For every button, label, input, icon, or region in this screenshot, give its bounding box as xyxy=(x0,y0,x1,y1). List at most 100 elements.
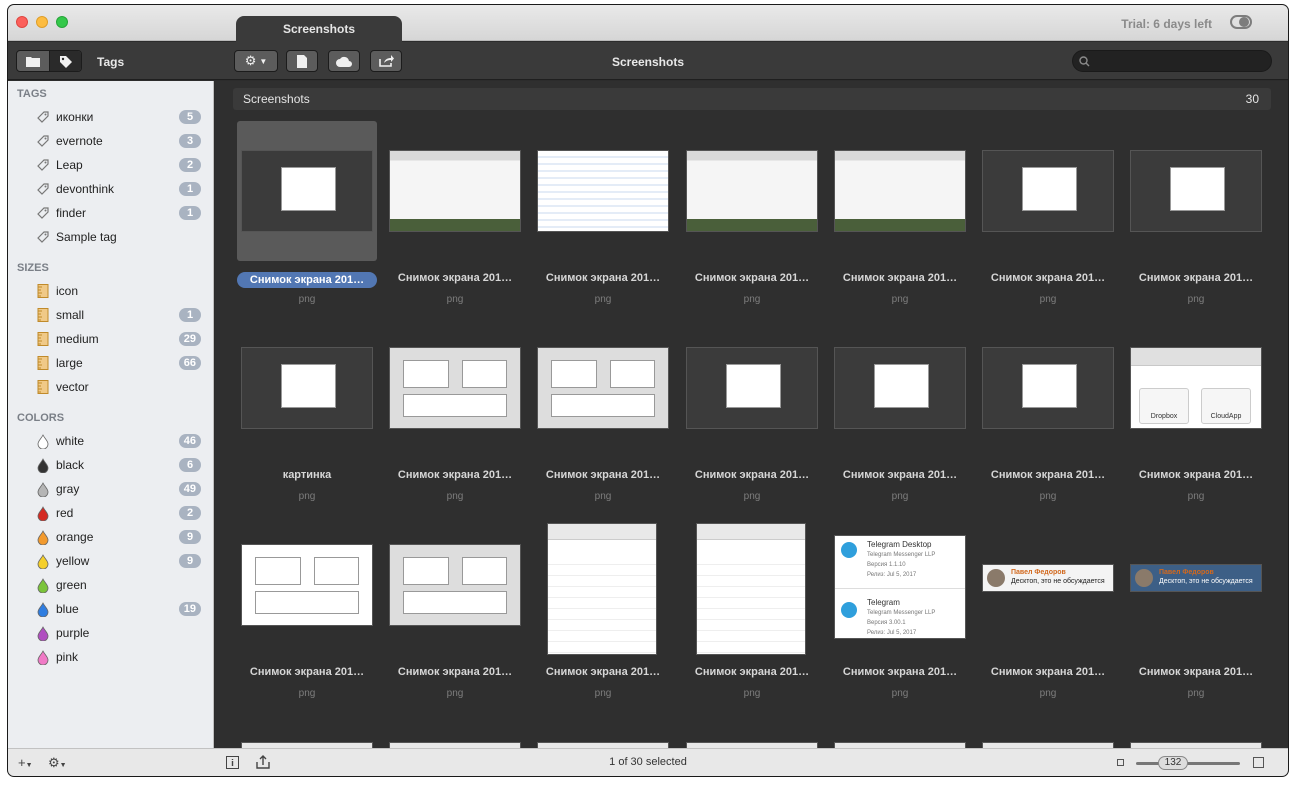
close-window-button[interactable] xyxy=(16,16,28,28)
thumbnail-item[interactable]: Dropbox CloudApp Снимок экрана 201… png xyxy=(1126,318,1266,515)
sidebar-item-label: red xyxy=(56,506,74,520)
sidebar-item-large[interactable]: large 66 xyxy=(8,351,213,375)
thumbnail-image xyxy=(834,150,966,232)
sidebar-item-purple[interactable]: purple xyxy=(8,621,213,645)
thumbnail-item[interactable]: Снимок экрана 201… png xyxy=(682,121,822,318)
count-badge: 49 xyxy=(178,482,201,496)
color-drop-icon xyxy=(36,553,50,569)
sidebar-item-yellow[interactable]: yellow 9 xyxy=(8,549,213,573)
ruler-icon xyxy=(36,332,50,346)
thumbnail-extension: png xyxy=(446,688,464,699)
thumbnail-item[interactable]: Telegram Desktop Telegram Messenger LLP Ве… xyxy=(830,515,970,712)
thumbnail-item[interactable]: Снимок экрана 201… png xyxy=(682,318,822,515)
sidebar-item-finder[interactable]: finder 1 xyxy=(8,201,213,225)
sidebar-item-medium[interactable]: medium 29 xyxy=(8,327,213,351)
zoom-window-button[interactable] xyxy=(56,16,68,28)
thumbnail-image: Павел Федоров Десктоп, это не обсуждается xyxy=(1130,564,1262,592)
tag-icon xyxy=(36,110,50,124)
thumbnail-caption: Снимок экрана 201… xyxy=(397,666,513,678)
thumbnail-item[interactable]: Снимок экрана 201… png xyxy=(682,515,822,712)
thumb-text: Десктоп, это не обсуждается xyxy=(1011,578,1105,585)
thumbnail-item[interactable]: Снимок экрана 201… png xyxy=(385,121,525,318)
thumbnail-item[interactable]: Снимок экрана 201… png xyxy=(385,318,525,515)
sidebar-item-red[interactable]: red 2 xyxy=(8,501,213,525)
thumbnail-item[interactable]: Павел Федоров Десктоп, это не обсуждается… xyxy=(1126,515,1266,712)
thumbnail-image: Telegram Desktop Telegram Messenger LLP Ве… xyxy=(834,535,966,639)
thumb-text: Dropbox xyxy=(1139,388,1189,424)
toggle-icon[interactable] xyxy=(1230,15,1252,29)
thumb-text: Telegram Messenger LLP xyxy=(867,552,936,558)
thumbnail-image: Павел Федоров Десктоп, это не обсуждается xyxy=(982,564,1114,592)
sidebar-item-black[interactable]: black 6 xyxy=(8,453,213,477)
avatar xyxy=(1135,569,1153,587)
thumbnail-extension: png xyxy=(1039,294,1057,305)
zoom-slider-thumb[interactable]: 132 xyxy=(1158,756,1188,770)
sidebar-item-gray[interactable]: gray 49 xyxy=(8,477,213,501)
thumbnail-image xyxy=(389,150,521,232)
sidebar-item-devonthink[interactable]: devonthink 1 xyxy=(8,177,213,201)
thumbnail-extension: png xyxy=(594,688,612,699)
sidebar-item-sample-tag[interactable]: Sample tag xyxy=(8,225,213,249)
thumbnail-item[interactable]: Снимок экрана 201… png xyxy=(237,121,377,318)
thumbnail-item[interactable]: Снимок экрана 201… png xyxy=(385,515,525,712)
sidebar-item-label: green xyxy=(56,578,87,592)
thumbnail-extension: png xyxy=(891,688,909,699)
sidebar-item-иконки[interactable]: иконки 5 xyxy=(8,105,213,129)
thumbnail-caption: Снимок экрана 201… xyxy=(249,666,365,678)
thumbnail-item[interactable]: Павел Федоров Десктоп, это не обсуждается… xyxy=(978,515,1118,712)
sidebar-item-label: small xyxy=(56,308,85,322)
thumbnail-item[interactable]: картинка png xyxy=(237,318,377,515)
count-badge: 1 xyxy=(179,308,201,322)
tag-icon xyxy=(36,206,50,220)
large-thumbnails-icon[interactable] xyxy=(1253,757,1264,768)
sidebar-item-label: orange xyxy=(56,530,94,544)
color-drop-icon xyxy=(36,481,50,497)
thumbnail-item[interactable]: Снимок экрана 201… png xyxy=(830,121,970,318)
thumbnail-image xyxy=(686,150,818,232)
thumb-text: Telegram Desktop xyxy=(867,540,932,549)
sidebar-item-vector[interactable]: vector xyxy=(8,375,213,399)
sidebar-item-pink[interactable]: pink xyxy=(8,645,213,669)
search-icon xyxy=(1079,56,1090,67)
thumbnail-extension: png xyxy=(594,294,612,305)
sidebar-item-evernote[interactable]: evernote 3 xyxy=(8,129,213,153)
ruler-icon xyxy=(36,284,50,298)
thumbnail-image xyxy=(834,347,966,429)
tag-icon xyxy=(36,182,50,196)
thumbnail-extension: png xyxy=(1039,491,1057,502)
tab-screenshots[interactable]: Screenshots xyxy=(236,16,402,42)
color-drop-icon xyxy=(36,649,50,665)
color-drop-icon xyxy=(36,529,50,545)
sidebar-item-leap[interactable]: Leap 2 xyxy=(8,153,213,177)
sidebar-item-label: Sample tag xyxy=(56,230,117,244)
search-input[interactable] xyxy=(1072,50,1272,72)
thumb-text: Релиз: Jul 5, 2017 xyxy=(867,572,917,578)
thumbnail-caption: Снимок экрана 201… xyxy=(990,469,1106,481)
sidebar-item-orange[interactable]: orange 9 xyxy=(8,525,213,549)
toolbar: Tags ⚙ ▼ Screenshots xyxy=(8,42,1288,80)
minimize-window-button[interactable] xyxy=(36,16,48,28)
thumbnail-item[interactable]: Снимок экрана 201… png xyxy=(1126,121,1266,318)
sidebar-item-icon[interactable]: icon xyxy=(8,279,213,303)
thumbnail-caption: Снимок экрана 201… xyxy=(545,666,661,678)
small-thumbnails-icon[interactable] xyxy=(1117,759,1124,766)
thumbnail-caption: Снимок экрана 201… xyxy=(545,272,661,284)
tags-section-header: TAGS xyxy=(17,88,47,100)
sidebar-item-white[interactable]: white 46 xyxy=(8,429,213,453)
thumbnail-item[interactable]: Снимок экрана 201… png xyxy=(533,515,673,712)
thumbnail-item[interactable]: Снимок экрана 201… png xyxy=(237,515,377,712)
sidebar-item-small[interactable]: small 1 xyxy=(8,303,213,327)
title-bar: Screenshots Trial: 6 days left xyxy=(8,5,1288,42)
sidebar-item-label: black xyxy=(56,458,85,472)
sidebar-item-blue[interactable]: blue 19 xyxy=(8,597,213,621)
thumbnail-item[interactable]: Снимок экрана 201… png xyxy=(978,121,1118,318)
thumbnail-caption: Снимок экрана 201… xyxy=(694,272,810,284)
thumbnail-image xyxy=(241,150,373,232)
sidebar-item-green[interactable]: green xyxy=(8,573,213,597)
thumbnail-item[interactable]: Снимок экрана 201… png xyxy=(978,318,1118,515)
zoom-slider[interactable] xyxy=(1136,762,1240,765)
thumbnail-item[interactable]: Снимок экрана 201… png xyxy=(533,121,673,318)
thumb-text: Релиз: Jul 5, 2017 xyxy=(867,630,917,636)
thumbnail-item[interactable]: Снимок экрана 201… png xyxy=(533,318,673,515)
thumbnail-item[interactable]: Снимок экрана 201… png xyxy=(830,318,970,515)
